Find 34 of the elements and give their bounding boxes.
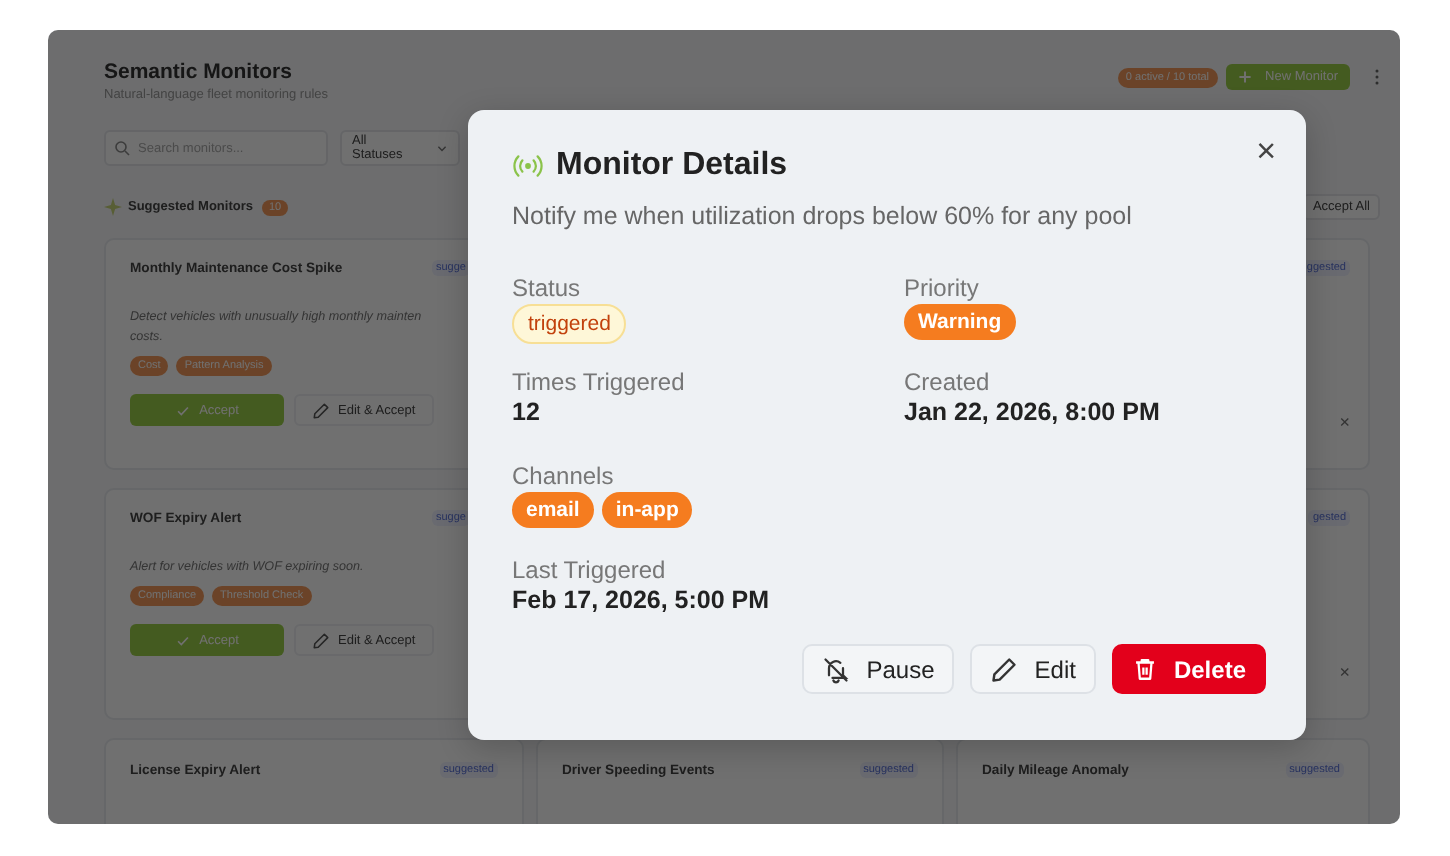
page-title: Semantic Monitors xyxy=(104,60,294,84)
dialog-description: Notify me when utilization drops below 60% for any pool xyxy=(512,202,1134,230)
pencil-icon xyxy=(312,401,330,419)
check-icon xyxy=(175,633,190,647)
signal-icon xyxy=(512,154,544,178)
trash-icon xyxy=(1131,656,1158,682)
search-icon xyxy=(114,140,130,156)
close-button[interactable]: × xyxy=(1256,134,1276,168)
field-label: Last Triggered xyxy=(512,556,668,584)
pencil-icon xyxy=(312,631,330,649)
sparkle-icon xyxy=(104,198,122,216)
delete-button[interactable]: Delete xyxy=(1111,644,1266,694)
bell-off-icon xyxy=(822,655,851,683)
field-label: Times Triggered xyxy=(512,368,687,396)
tag: email xyxy=(512,492,594,528)
pause-button[interactable]: Pause xyxy=(802,644,955,694)
field-label: Status xyxy=(512,274,583,302)
dismiss-button[interactable]: × xyxy=(1339,414,1350,432)
status-badge: triggered xyxy=(512,304,627,344)
field-label: Created xyxy=(904,368,992,396)
pencil-icon xyxy=(990,655,1019,683)
tag: in-app xyxy=(601,492,693,528)
edit-button[interactable]: Edit xyxy=(970,644,1096,694)
field-value: Jan 22, 2026, 8:00 PM xyxy=(904,398,1160,426)
dismiss-button[interactable]: × xyxy=(1339,664,1350,682)
dialog-title: Monitor Details xyxy=(556,148,788,184)
field-value: 12 xyxy=(512,398,540,426)
chevron-icon xyxy=(436,142,448,154)
field-value: Feb 17, 2026, 5:00 PM xyxy=(512,586,770,614)
plus-icon xyxy=(1237,70,1252,84)
field-label: Channels xyxy=(512,462,616,490)
check-icon xyxy=(175,403,190,417)
tag: Warning xyxy=(904,304,1016,340)
field-label: Priority xyxy=(904,274,981,302)
